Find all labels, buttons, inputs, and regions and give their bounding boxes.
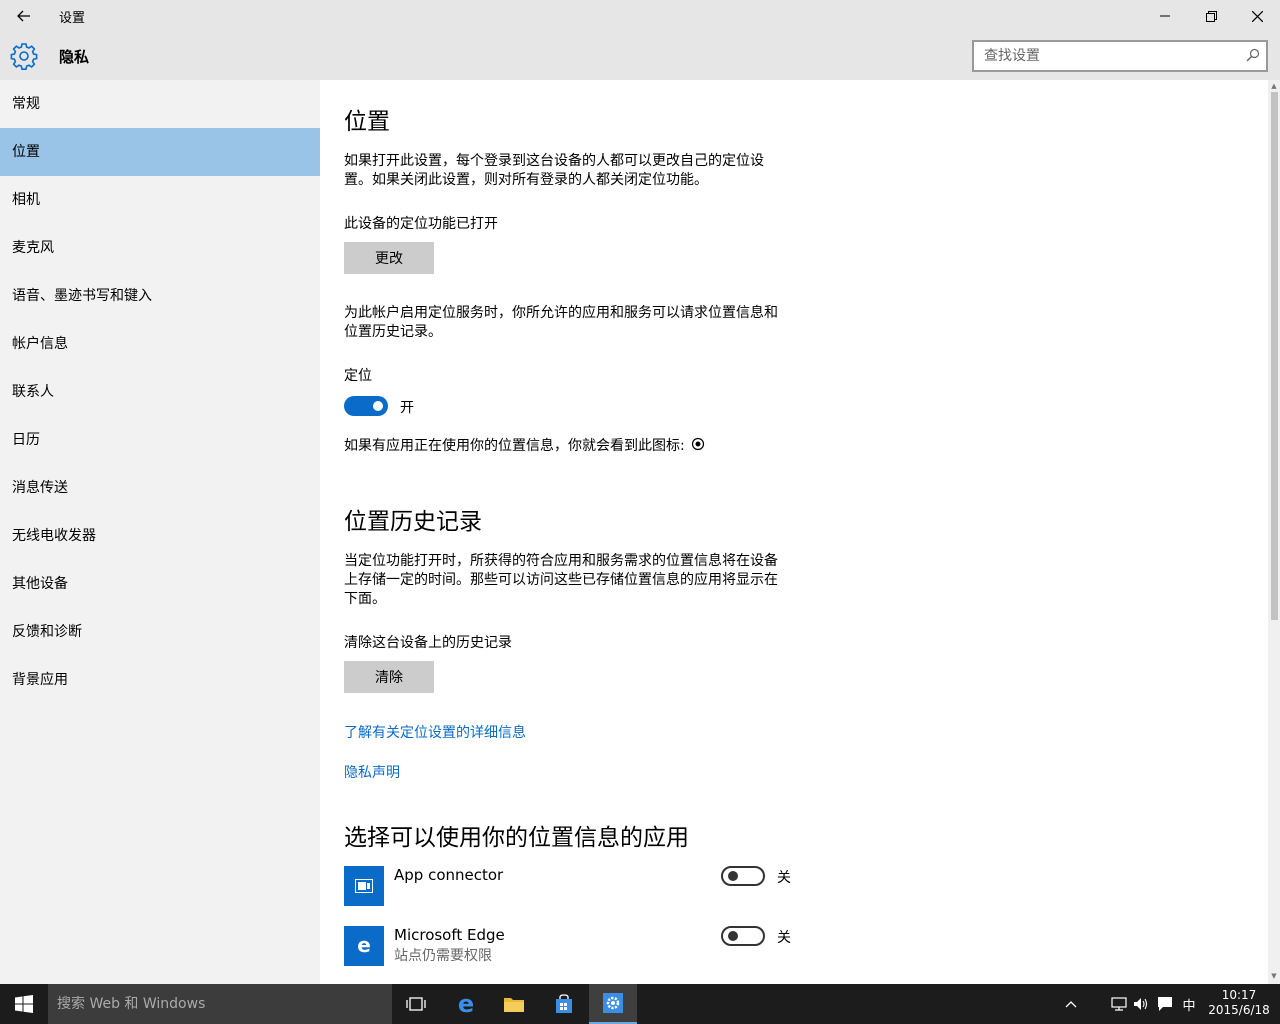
svg-text:e: e <box>357 935 371 957</box>
toggle-knob <box>728 871 738 881</box>
minimize-button[interactable] <box>1142 0 1188 32</box>
location-heading: 位置 <box>344 109 390 135</box>
notification-icon <box>1158 997 1172 1011</box>
close-icon <box>1251 10 1263 22</box>
sidebar-item-feedback[interactable]: 反馈和诊断 <box>0 608 320 656</box>
sidebar-item-background-apps[interactable]: 背景应用 <box>0 656 320 704</box>
search-input[interactable] <box>974 42 1234 70</box>
task-view-button[interactable] <box>392 984 440 1024</box>
microsoft-edge-tile: e <box>344 926 384 966</box>
close-button[interactable] <box>1234 0 1280 32</box>
scrollbar-thumb[interactable] <box>1271 92 1278 620</box>
location-icon-note-text: 如果有应用正在使用你的位置信息，你就会看到此图标: <box>344 438 685 454</box>
app-name: Microsoft Edge <box>394 926 505 944</box>
account-location-description: 为此帐户启用定位服务时，你所允许的应用和服务可以请求位置信息和位置历史记录。 <box>344 305 778 340</box>
sidebar-item-camera[interactable]: 相机 <box>0 176 320 224</box>
volume-button[interactable] <box>1130 984 1152 1024</box>
sidebar-item-contacts[interactable]: 联系人 <box>0 368 320 416</box>
clear-history-label: 清除这台设备上的历史记录 <box>344 635 512 651</box>
restore-icon <box>1205 10 1217 22</box>
windows-logo-icon <box>15 995 33 1013</box>
app-connector-tile <box>344 866 384 906</box>
search-icon[interactable] <box>1246 48 1260 62</box>
task-view-icon <box>406 997 426 1011</box>
sidebar-item-account-info[interactable]: 帐户信息 <box>0 320 320 368</box>
app-toggle-state: 关 <box>777 930 791 946</box>
location-toggle[interactable] <box>344 396 388 416</box>
scroll-up-arrow-icon[interactable]: ▲ <box>1270 82 1278 90</box>
sidebar-item-messaging[interactable]: 消息传送 <box>0 464 320 512</box>
chevron-up-icon <box>1065 1001 1077 1008</box>
main-content: 位置 如果打开此设置，每个登录到这台设备的人都可以更改自己的定位设置。如果关闭此… <box>320 80 1268 984</box>
app-connector-icon <box>355 879 373 893</box>
location-history-heading: 位置历史记录 <box>344 509 482 535</box>
minimize-icon <box>1160 15 1170 17</box>
app-permissions-heading: 选择可以使用你的位置信息的应用 <box>344 825 689 851</box>
settings-gear-icon <box>603 993 623 1013</box>
sidebar-item-radios[interactable]: 无线电收发器 <box>0 512 320 560</box>
main-scrollbar[interactable]: ▲ ▼ <box>1268 80 1280 984</box>
location-icon-note: 如果有应用正在使用你的位置信息，你就会看到此图标: <box>344 437 944 456</box>
edge-taskbar-button[interactable]: e <box>442 984 490 1024</box>
start-button[interactable] <box>0 984 48 1024</box>
edge-icon: e <box>357 935 371 957</box>
learn-more-link[interactable]: 了解有关定位设置的详细信息 <box>344 722 526 742</box>
file-explorer-button[interactable] <box>490 984 538 1024</box>
change-button[interactable]: 更改 <box>344 242 434 274</box>
sidebar-item-speech-inking[interactable]: 语音、墨迹书写和键入 <box>0 272 320 320</box>
show-hidden-icons-button[interactable] <box>1062 984 1080 1024</box>
clock-time: 10:17 <box>1221 988 1257 1002</box>
window-title: 设置 <box>59 11 86 26</box>
location-in-use-icon <box>692 437 705 451</box>
svg-text:e: e <box>458 992 474 1016</box>
sidebar-item-calendar[interactable]: 日历 <box>0 416 320 464</box>
title-bar: 设置 <box>0 0 1280 32</box>
gear-icon <box>10 43 38 70</box>
device-location-status: 此设备的定位功能已打开 <box>344 216 498 232</box>
settings-taskbar-button[interactable] <box>589 984 637 1024</box>
clear-button[interactable]: 清除 <box>344 661 434 693</box>
sidebar-item-other-devices[interactable]: 其他设备 <box>0 560 320 608</box>
volume-icon <box>1134 998 1148 1010</box>
location-toggle-state: 开 <box>400 400 414 416</box>
back-arrow-icon <box>17 10 30 22</box>
app-toggle-state: 关 <box>777 870 791 886</box>
microsoft-edge-toggle[interactable] <box>721 926 765 946</box>
taskbar-search-box[interactable]: 搜索 Web 和 Windows <box>48 984 392 1024</box>
search-box[interactable] <box>972 40 1268 72</box>
edge-icon: e <box>458 992 474 1016</box>
taskbar: 搜索 Web 和 Windows e 中 10:17 2015/6/18 <box>0 984 1280 1024</box>
toggle-knob <box>728 931 738 941</box>
back-button[interactable] <box>8 4 40 28</box>
location-history-description: 当定位功能打开时，所获得的符合应用和服务需求的位置信息将在设备上存储一定的时间。… <box>344 553 778 607</box>
settings-header: 隐私 <box>0 32 1280 80</box>
sidebar-item-location[interactable]: 位置 <box>0 128 320 176</box>
taskbar-clock[interactable]: 10:17 2015/6/18 <box>1204 988 1274 1018</box>
store-button[interactable] <box>540 984 588 1024</box>
app-subtitle: 站点仍需要权限 <box>394 948 492 964</box>
location-toggle-label: 定位 <box>344 368 372 384</box>
folder-icon <box>504 998 524 1012</box>
sidebar-item-general[interactable]: 常规 <box>0 80 320 128</box>
toggle-knob <box>373 401 383 411</box>
clock-date: 2015/6/18 <box>1208 1003 1270 1017</box>
sidebar-item-microphone[interactable]: 麦克风 <box>0 224 320 272</box>
app-connector-toggle[interactable] <box>721 866 765 886</box>
location-description: 如果打开此设置，每个登录到这台设备的人都可以更改自己的定位设置。如果关闭此设置，… <box>344 153 764 188</box>
action-center-button[interactable] <box>1154 984 1176 1024</box>
sidebar: 常规 位置 相机 麦克风 语音、墨迹书写和键入 帐户信息 联系人 日历 消息传送… <box>0 80 320 984</box>
scroll-down-arrow-icon[interactable]: ▼ <box>1270 972 1278 980</box>
app-name: App connector <box>394 866 504 884</box>
restore-button[interactable] <box>1188 0 1234 32</box>
privacy-statement-link[interactable]: 隐私声明 <box>344 762 400 782</box>
section-title: 隐私 <box>59 48 90 66</box>
network-icon <box>1111 997 1127 1011</box>
network-button[interactable] <box>1108 984 1130 1024</box>
store-bag-icon <box>556 994 572 1013</box>
ime-indicator[interactable]: 中 <box>1178 984 1200 1024</box>
